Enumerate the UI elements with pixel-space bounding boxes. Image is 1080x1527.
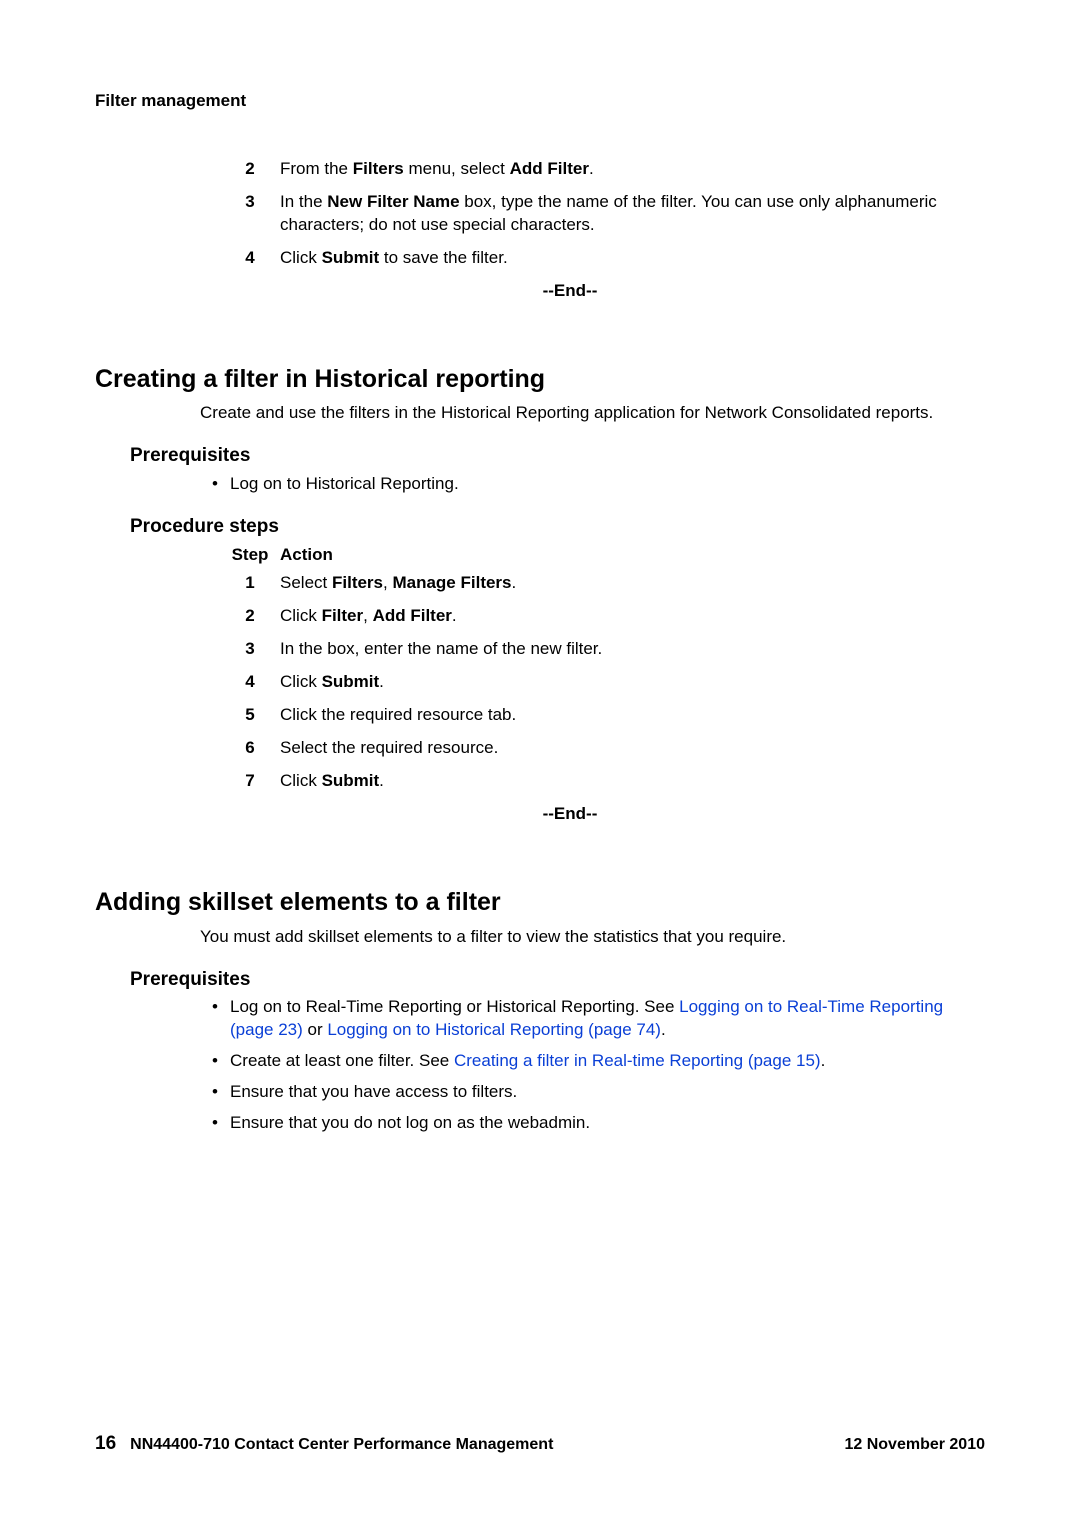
bullet-dot-icon: • [200, 996, 230, 1019]
bullet-dot-icon: • [200, 1112, 230, 1135]
step-row: 6Select the required resource. [220, 737, 985, 760]
step-number: 6 [220, 737, 280, 760]
bullet-text: Log on to Real-Time Reporting or Histori… [230, 996, 985, 1042]
section1-intro: Create and use the filters in the Histor… [200, 402, 985, 425]
bullet-text: Create at least one filter. See Creating… [230, 1050, 985, 1073]
step-row: 4Click Submit to save the filter. [220, 247, 985, 270]
step-row: 4Click Submit. [220, 671, 985, 694]
section2-intro: You must add skillset elements to a filt… [200, 926, 985, 949]
section1-steps-block: 1Select Filters, Manage Filters.2Click F… [220, 572, 985, 793]
column-headers: Step Action [220, 544, 985, 567]
top-steps-block: 2From the Filters menu, select Add Filte… [220, 158, 985, 270]
step-number: 1 [220, 572, 280, 595]
step-row: 2From the Filters menu, select Add Filte… [220, 158, 985, 181]
step-row: 3In the New Filter Name box, type the na… [220, 191, 985, 237]
page-container: Filter management 2From the Filters menu… [0, 0, 1080, 1527]
end-marker: --End-- [155, 280, 985, 303]
col-header-step: Step [220, 544, 280, 567]
end-marker: --End-- [155, 803, 985, 826]
step-row: 7Click Submit. [220, 770, 985, 793]
doc-id: NN44400-710 Contact Center Performance M… [130, 1434, 553, 1456]
footer-left: 16 NN44400-710 Contact Center Performanc… [95, 1431, 553, 1457]
step-text: Select Filters, Manage Filters. [280, 572, 985, 595]
bullet-dot-icon: • [200, 1081, 230, 1104]
bullet-text: Log on to Historical Reporting. [230, 473, 985, 496]
step-number: 4 [220, 671, 280, 694]
step-text: In the New Filter Name box, type the nam… [280, 191, 985, 237]
section-heading-adding-skillset: Adding skillset elements to a filter [95, 886, 985, 920]
step-number: 2 [220, 605, 280, 628]
step-row: 5Click the required resource tab. [220, 704, 985, 727]
section2-prereqs: •Log on to Real-Time Reporting or Histor… [200, 996, 985, 1135]
step-text: Click the required resource tab. [280, 704, 985, 727]
bullet-item: •Ensure that you have access to filters. [200, 1081, 985, 1104]
page-footer: 16 NN44400-710 Contact Center Performanc… [95, 1431, 985, 1457]
bullet-item: •Create at least one filter. See Creatin… [200, 1050, 985, 1073]
step-text: From the Filters menu, select Add Filter… [280, 158, 985, 181]
prerequisites-heading: Prerequisites [130, 967, 985, 993]
page-number: 16 [95, 1431, 116, 1457]
step-row: 1Select Filters, Manage Filters. [220, 572, 985, 595]
step-row: 2Click Filter, Add Filter. [220, 605, 985, 628]
running-header: Filter management [95, 90, 985, 113]
step-text: In the box, enter the name of the new fi… [280, 638, 985, 661]
step-number: 2 [220, 158, 280, 181]
step-text: Click Submit. [280, 770, 985, 793]
footer-date: 12 November 2010 [844, 1434, 985, 1456]
step-text: Click Filter, Add Filter. [280, 605, 985, 628]
prerequisites-heading: Prerequisites [130, 443, 985, 469]
bullet-item: •Log on to Real-Time Reporting or Histor… [200, 996, 985, 1042]
bullet-text: Ensure that you have access to filters. [230, 1081, 985, 1104]
step-number: 3 [220, 638, 280, 661]
step-number: 7 [220, 770, 280, 793]
procedure-steps-heading: Procedure steps [130, 514, 985, 540]
step-number: 5 [220, 704, 280, 727]
step-text: Click Submit. [280, 671, 985, 694]
bullet-dot-icon: • [200, 1050, 230, 1073]
bullet-text: Ensure that you do not log on as the web… [230, 1112, 985, 1135]
col-header-action: Action [280, 544, 985, 567]
section1-prereqs: •Log on to Historical Reporting. [200, 473, 985, 496]
step-text: Select the required resource. [280, 737, 985, 760]
step-row: 3In the box, enter the name of the new f… [220, 638, 985, 661]
bullet-item: •Log on to Historical Reporting. [200, 473, 985, 496]
bullet-dot-icon: • [200, 473, 230, 496]
step-number: 4 [220, 247, 280, 270]
section-heading-creating-filter: Creating a filter in Historical reportin… [95, 363, 985, 397]
step-text: Click Submit to save the filter. [280, 247, 985, 270]
bullet-item: •Ensure that you do not log on as the we… [200, 1112, 985, 1135]
step-number: 3 [220, 191, 280, 214]
